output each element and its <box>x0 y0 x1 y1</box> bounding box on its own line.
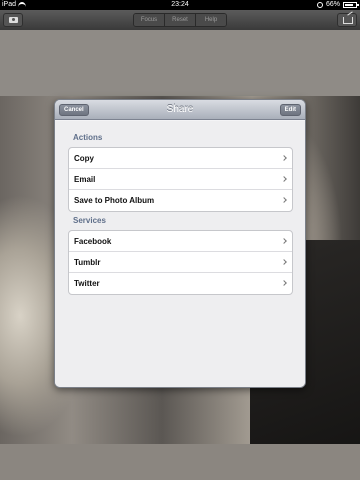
popover-nav-bar: Cancel Share Edit <box>55 100 305 120</box>
list-item-label: Twitter <box>74 279 100 288</box>
list-item-tumblr[interactable]: Tumblr <box>69 252 292 273</box>
battery-icon <box>343 1 359 8</box>
list-item-label: Save to Photo Album <box>74 196 155 205</box>
list-item-label: Copy <box>74 153 94 163</box>
segment-help[interactable]: Help <box>196 14 226 26</box>
list-item-facebook[interactable]: Facebook <box>69 231 292 252</box>
segmented-control: Focus Reset Help <box>133 13 227 27</box>
chevron-right-icon <box>281 155 287 161</box>
chevron-right-icon <box>281 259 287 265</box>
list-item-save-to-photo-album[interactable]: Save to Photo Album <box>69 190 292 211</box>
popover-title: Share <box>166 104 194 115</box>
camera-button[interactable] <box>3 13 23 27</box>
chevron-right-icon <box>281 176 287 182</box>
edit-button[interactable]: Edit <box>279 104 301 116</box>
popover-body: Actions Copy Email Save to Photo Album S… <box>55 121 305 387</box>
section-header-services: Services <box>73 216 106 225</box>
section-header-actions: Actions <box>73 133 103 142</box>
list-item-twitter[interactable]: Twitter <box>69 273 292 294</box>
services-group: Facebook Tumblr Twitter <box>68 230 293 295</box>
actions-group: Copy Email Save to Photo Album <box>68 147 293 212</box>
bottom-band <box>0 444 360 480</box>
camera-icon <box>9 17 18 23</box>
list-item-label: Tumblr <box>74 257 101 267</box>
share-popover: Cancel Share Edit Actions Copy Email Sav… <box>54 99 306 388</box>
segment-focus[interactable]: Focus <box>134 14 165 26</box>
battery-percent: 66% <box>325 1 340 8</box>
status-time: 23:24 <box>171 1 189 8</box>
list-item-label: Email <box>74 174 96 184</box>
status-bar: iPad 23:24 66% <box>0 0 360 10</box>
chevron-right-icon <box>281 197 287 203</box>
chevron-right-icon <box>281 280 287 286</box>
share-button[interactable] <box>337 13 357 27</box>
list-item-label: Facebook <box>74 236 112 246</box>
segment-reset[interactable]: Reset <box>165 14 196 26</box>
list-item-email[interactable]: Email <box>69 169 292 190</box>
chevron-right-icon <box>281 238 287 244</box>
share-icon <box>343 17 353 24</box>
list-item-copy[interactable]: Copy <box>69 148 292 169</box>
rotation-lock-icon <box>316 1 323 8</box>
status-right: 66% <box>316 1 359 8</box>
toolbar: Focus Reset Help <box>0 10 360 30</box>
